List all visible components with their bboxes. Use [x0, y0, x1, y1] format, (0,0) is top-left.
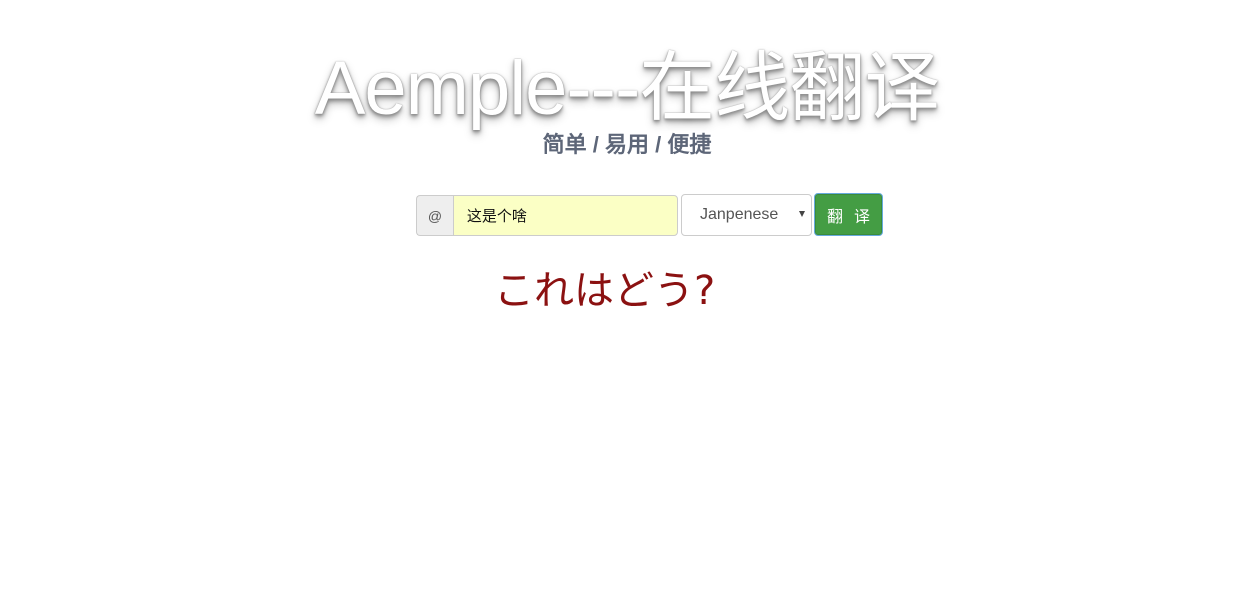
source-input-group: @: [416, 195, 678, 236]
page-title: Aemple---在线翻译: [314, 46, 941, 131]
page-subtitle: 简单 / 易用 / 便捷: [542, 132, 712, 157]
language-select[interactable]: Janpenese: [681, 194, 812, 236]
source-text-input[interactable]: [452, 195, 678, 236]
selected-language: Janpenese: [700, 206, 779, 223]
at-icon: @: [416, 195, 453, 236]
translation-result: これはどう?: [494, 268, 716, 314]
translate-button[interactable]: 翻 译: [814, 193, 883, 236]
chevron-down-icon: [799, 211, 805, 217]
translate-page: Aemple---在线翻译 简单 / 易用 / 便捷 @ Janpenese 翻…: [0, 0, 1246, 598]
